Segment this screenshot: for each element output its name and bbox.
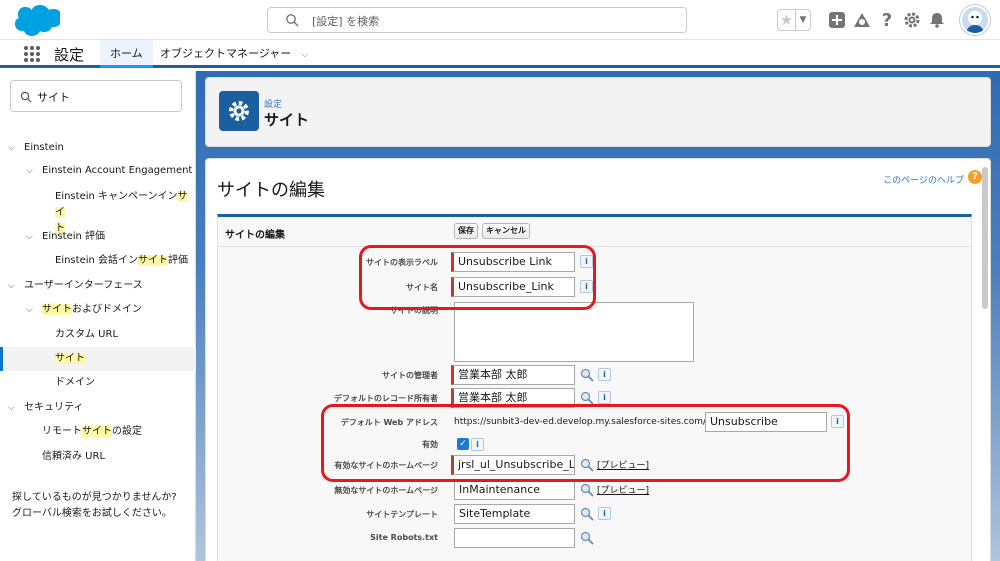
site-robots-input[interactable]	[454, 528, 575, 548]
tree-node-domains[interactable]: ドメイン	[0, 371, 196, 396]
tree-node-trusted-url[interactable]: 信頼済み URL	[0, 445, 196, 469]
tab-home-label: ホーム	[110, 47, 143, 60]
info-icon[interactable]: i	[598, 368, 611, 381]
no-result-message: 探しているものが見つかりませんか? グローバル検索をお試しください。	[12, 490, 192, 522]
tree-node-security[interactable]: ⌵ セキュリティ	[0, 396, 196, 420]
chevron-down-icon[interactable]: ⌵	[8, 274, 15, 298]
no-result-line: 探しているものが見つかりませんか?	[12, 492, 177, 503]
site-contact-input[interactable]: 営業本部 太郎	[451, 365, 575, 385]
default-record-owner-label: デフォルトのレコード所有者	[334, 394, 438, 403]
notification-bell-icon[interactable]	[925, 8, 949, 32]
tree-node-sites-and-domains[interactable]: ⌵ サイトおよびドメイン	[0, 298, 196, 323]
app-navigation-bar: 設定 ホーム オブジェクトマネージャー ⌵	[0, 40, 1000, 68]
tree-label: リモートサイトの設定	[42, 426, 142, 437]
global-search-box[interactable]: [設定] を検索	[267, 7, 687, 33]
setup-tree: ⌵ Einstein ⌵ Einstein Account Engagement…	[0, 136, 196, 469]
tree-node-einstein-account-engagement[interactable]: ⌵ Einstein Account Engagement	[0, 159, 196, 185]
app-launcher-icon[interactable]	[24, 46, 40, 62]
annotation-highlight-box	[359, 245, 596, 310]
help-icon[interactable]: ?	[875, 8, 899, 32]
inactive-home-page-input[interactable]: InMaintenance	[454, 480, 575, 500]
site-template-input[interactable]: SiteTemplate	[454, 504, 575, 524]
preview-link[interactable]: [プレビュー]	[597, 483, 649, 496]
tree-label: カスタム URL	[55, 329, 119, 340]
tree-label: セキュリティ	[24, 402, 84, 413]
chevron-down-icon[interactable]: ⌵	[26, 298, 33, 322]
gear-icon[interactable]	[900, 8, 924, 32]
chevron-down-icon[interactable]: ⌵	[8, 396, 15, 420]
global-actions-icon[interactable]	[825, 8, 849, 32]
tree-node-conversation-insights[interactable]: Einstein 会話インサイト評価	[0, 249, 196, 274]
tree-node-einstein-campaign-insights[interactable]: Einstein キャンペーンインサイト	[0, 185, 196, 234]
lookup-icon[interactable]	[580, 368, 594, 382]
chevron-down-icon[interactable]: ⌵	[301, 50, 308, 60]
chevron-down-icon[interactable]: ⌵	[26, 159, 33, 183]
tree-node-einstein[interactable]: ⌵ Einstein	[0, 136, 196, 159]
save-button[interactable]: 保存	[454, 223, 478, 239]
help-for-this-page-link[interactable]: このページのヘルプ	[883, 173, 964, 186]
site-robots-label: Site Robots.txt	[370, 533, 438, 542]
site-description-textarea[interactable]	[454, 302, 694, 362]
tree-node-user-interface[interactable]: ⌵ ユーザーインターフェース	[0, 274, 196, 298]
lookup-icon[interactable]	[580, 391, 594, 405]
setup-sidebar: サイト ⌵ Einstein ⌵ Einstein Account Engage…	[0, 71, 196, 561]
lookup-icon[interactable]	[580, 531, 594, 545]
page-block-title: サイトの編集	[225, 230, 285, 241]
tree-node-remote-site-settings[interactable]: リモートサイトの設定	[0, 420, 196, 445]
info-icon[interactable]: i	[598, 391, 611, 404]
chevron-down-icon[interactable]: ⌵	[26, 225, 33, 249]
tree-label: Einstein 会話インサイト評価	[55, 255, 189, 266]
tree-label: サイト	[55, 353, 85, 364]
search-placeholder: [設定] を検索	[312, 15, 380, 28]
inactive-home-page-label: 無効なサイトのホームページ	[334, 486, 438, 495]
site-contact-label: サイトの管理者	[382, 371, 438, 380]
info-icon[interactable]: i	[598, 507, 611, 520]
lookup-icon[interactable]	[580, 483, 594, 497]
no-result-line: グローバル検索をお試しください。	[12, 508, 172, 519]
page-block-header: サイトの編集 保存 キャンセル	[218, 217, 971, 247]
page-header-card: 設定 サイト	[205, 77, 991, 147]
favorites-button[interactable]: ★ ▼	[777, 9, 811, 31]
site-template-label: サイトテンプレート	[366, 510, 438, 519]
search-icon	[20, 91, 32, 103]
tree-node-sites[interactable]: サイト	[0, 347, 196, 371]
tree-node-custom-url[interactable]: カスタム URL	[0, 323, 196, 347]
lookup-icon[interactable]	[580, 507, 594, 521]
scrollbar-thumb[interactable]	[982, 167, 988, 309]
tree-label: Einstein	[24, 142, 64, 153]
header-actions: ★ ▼ ?	[777, 5, 990, 35]
cancel-button[interactable]: キャンセル	[482, 223, 530, 239]
global-header: [設定] を検索 ★ ▼ ?	[0, 0, 1000, 40]
salesforce-logo[interactable]	[12, 4, 60, 38]
tree-label: Einstein 評価	[42, 231, 106, 242]
edit-page-title: サイトの編集	[217, 180, 325, 201]
help-icon[interactable]: ?	[968, 170, 982, 184]
chevron-down-icon[interactable]: ▼	[796, 10, 810, 30]
page-title: サイト	[264, 111, 310, 129]
site-edit-card: サイトの編集 このページのヘルプ ? サイトの編集 保存 キャンセル サイトの表…	[205, 158, 991, 561]
tab-object-manager-label: オブジェクトマネージャー	[160, 47, 292, 60]
star-icon[interactable]: ★	[778, 10, 796, 30]
app-name: 設定	[54, 46, 85, 64]
chevron-down-icon[interactable]: ⌵	[8, 136, 15, 160]
tree-label: ドメイン	[55, 377, 95, 388]
tree-label: ユーザーインターフェース	[24, 280, 143, 291]
annotation-highlight-box	[321, 404, 850, 482]
tree-label: Einstein Account Engagement	[42, 165, 193, 176]
tab-object-manager[interactable]: オブジェクトマネージャー ⌵	[150, 40, 318, 68]
tree-label: サイトおよびドメイン	[42, 304, 142, 315]
quick-find-value: サイト	[37, 91, 70, 104]
tree-node-einstein-eval[interactable]: ⌵ Einstein 評価	[0, 225, 196, 249]
quick-find-input[interactable]: サイト	[10, 80, 182, 112]
trailhead-guidance-icon[interactable]	[850, 8, 874, 32]
search-icon	[286, 14, 299, 27]
main-content: 設定 サイト サイトの編集 このページのヘルプ ? サイトの編集 保存 キャンセ…	[196, 71, 1000, 561]
user-avatar[interactable]	[960, 5, 990, 35]
tree-label: 信頼済み URL	[42, 451, 106, 462]
tab-home[interactable]: ホーム	[100, 40, 153, 68]
setup-gear-icon	[219, 91, 259, 131]
